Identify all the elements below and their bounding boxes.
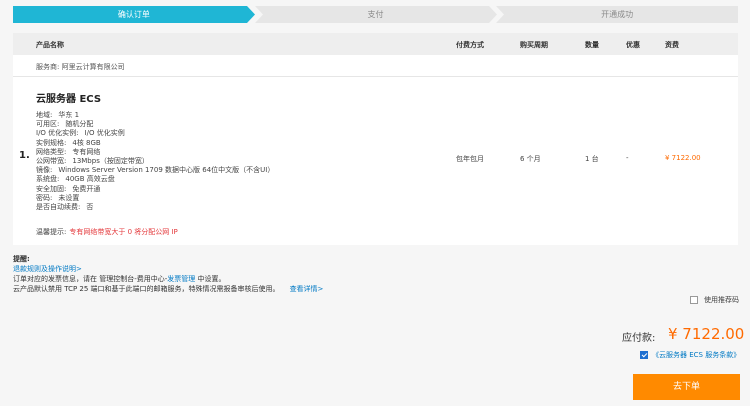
spec-item: 密码: 未设置 xyxy=(36,193,80,202)
spec-item: 地域: 华东 1 xyxy=(36,111,80,119)
quantity: 1 台 xyxy=(585,155,599,163)
spec-item: 镜像: Windows Server Version 1709 数据中心版 64位… xyxy=(36,166,275,175)
step-activated: 开通成功 xyxy=(496,6,739,23)
place-order-button[interactable]: 去下单 xyxy=(633,374,740,400)
order-steps: 确认订单 支付 开通成功 xyxy=(13,6,739,23)
port-note: 云产品默认禁用 TCP 25 端口和基于此端口的邮箱服务，特殊情况需报备审核后使… xyxy=(13,285,324,293)
product-title: 云服务器 ECS xyxy=(36,94,102,105)
discount: - xyxy=(626,154,629,162)
total-label: 应付款: xyxy=(622,333,656,344)
spec-item: 可用区: 随机分配 xyxy=(36,120,94,129)
spec-item: I/O 优化实例: I/O 优化实例 xyxy=(36,129,125,138)
table-header: 产品名称 付费方式 购买周期 数量 优惠 资费 xyxy=(13,33,738,55)
spec-item: 安全加固: 免费开通 xyxy=(36,184,101,193)
step-label: 确认订单 xyxy=(117,10,150,19)
payment-method: 包年包月 xyxy=(456,155,484,163)
use-referral-code[interactable]: 使用推荐码 xyxy=(690,295,739,305)
order-table: 产品名称 付费方式 购买周期 数量 优惠 资费 服务商: 阿里云计算有限公司 1… xyxy=(13,33,738,245)
spec-item: 系统盘: 40GB 高效云盘 xyxy=(36,175,115,184)
header-period: 购买周期 xyxy=(520,41,548,49)
reminder-notes: 提醒: 退款规则及操作说明> 订单对应的发票信息，请在 管理控制台-费用中心-发… xyxy=(13,254,323,294)
spec-item: 是否自动续费: 否 xyxy=(36,202,94,211)
refund-rules-link[interactable]: 退款规则及操作说明> xyxy=(13,265,82,273)
referral-checkbox[interactable] xyxy=(690,296,698,304)
total-amount: ¥ 7122.00 xyxy=(668,325,745,343)
step-confirm-order: 确认订单 xyxy=(13,6,255,23)
view-details-link[interactable]: 查看详情> xyxy=(290,285,324,293)
product-specs: 地域: 华东 1 可用区: 随机分配 I/O 优化实例: I/O 优化实例 实例规格:… xyxy=(36,111,274,212)
header-price: 资费 xyxy=(665,41,679,49)
spec-item: 公网带宽: 13Mbps（按固定带宽） xyxy=(36,156,149,165)
row-index: 1. xyxy=(19,150,30,161)
service-agreement[interactable]: 《云服务器 ECS 服务条款》 xyxy=(640,350,740,360)
purchase-period: 6 个月 xyxy=(520,155,541,163)
invoice-management-link[interactable]: 发票管理 xyxy=(167,275,195,283)
provider-row: 服务商: 阿里云计算有限公司 xyxy=(13,55,738,77)
agreement-link[interactable]: 《云服务器 ECS 服务条款》 xyxy=(652,350,740,360)
step-label: 支付 xyxy=(367,10,384,19)
bandwidth-tip: 温馨提示: 专有网络带宽大于 0 将分配公网 IP xyxy=(36,227,178,237)
notes-title: 提醒: xyxy=(13,255,30,263)
row-price: ¥ 7122.00 xyxy=(665,154,701,162)
header-product: 产品名称 xyxy=(36,41,64,49)
provider-name: 服务商: 阿里云计算有限公司 xyxy=(36,63,125,71)
invoice-note: 订单对应的发票信息，请在 管理控制台-费用中心-发票管理 中设置。 xyxy=(13,275,226,283)
header-discount: 优惠 xyxy=(626,41,640,49)
agreement-checkbox[interactable] xyxy=(640,351,648,359)
spec-item: 实例规格: 4核 8GB xyxy=(36,138,101,147)
header-quantity: 数量 xyxy=(585,41,599,49)
tip-label: 温馨提示: xyxy=(36,228,67,236)
step-label: 开通成功 xyxy=(601,10,634,19)
header-payment: 付费方式 xyxy=(456,41,484,49)
referral-label: 使用推荐码 xyxy=(704,296,739,304)
step-payment: 支付 xyxy=(254,6,497,23)
spec-item: 网络类型: 专有网络 xyxy=(36,147,101,156)
tip-text: 专有网络带宽大于 0 将分配公网 IP xyxy=(69,228,178,236)
